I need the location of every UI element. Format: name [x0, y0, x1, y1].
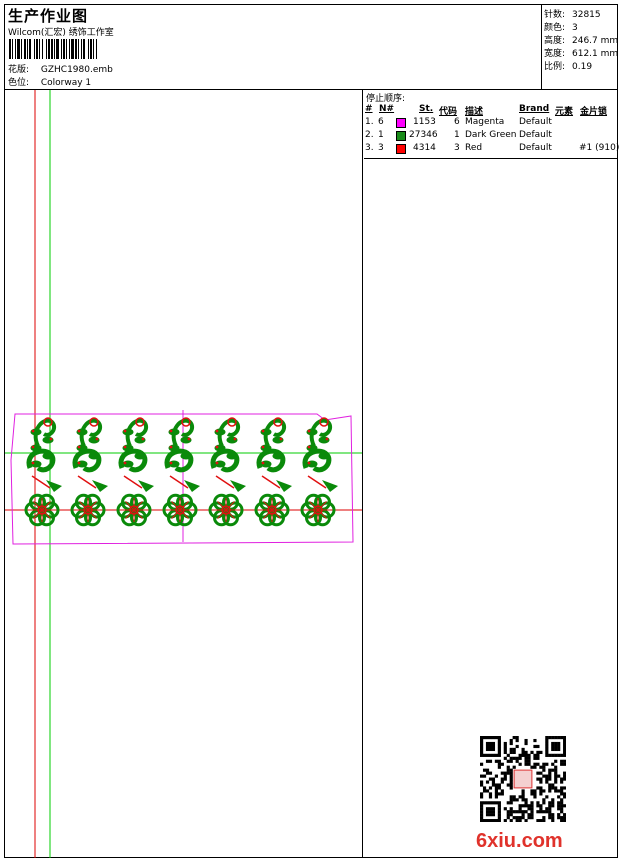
design-preview: [5, 90, 363, 858]
embroidery-motif: [70, 417, 108, 527]
design-label: 花版:: [8, 65, 30, 75]
watermark: 6xiu.com: [476, 830, 563, 852]
stop-sequence-panel: 停止顺序: # N# St. 代码 描述 Brand 元素 金片锁 1. 6 1…: [364, 90, 620, 858]
design-value: GZHC1980.emb: [40, 65, 113, 75]
colorway-value: Colorway 1: [40, 78, 92, 88]
stat-colors: 颜色: 3: [544, 23, 578, 33]
qr-code: [480, 736, 566, 822]
stop-sequence-title: 停止顺序:: [366, 94, 406, 104]
table-bottom-divider: [364, 158, 617, 159]
stat-scale: 比例: 0.19: [544, 62, 593, 72]
table-row: 2. 1 27346 1 Dark Green Default: [365, 130, 552, 141]
color-swatch: [396, 118, 406, 128]
stop-sequence-table: # N# St. 代码 描述 Brand 元素 金片锁 1. 6 1153 6 …: [365, 104, 620, 156]
embroidery-motif: [300, 417, 338, 527]
production-worksheet: 生产作业图 Wilcom(汇宏) 绣饰工作室 花版: GZHC1980.emb …: [4, 4, 620, 858]
col-header-brand: Brand: [519, 104, 550, 114]
stat-width: 宽度: 612.1 mm: [544, 49, 619, 59]
col-header-sequin: 金片锁: [580, 107, 608, 117]
col-header-index: #: [365, 104, 373, 114]
company-name: Wilcom(汇宏) 绣饰工作室: [8, 28, 114, 38]
embroidery-motif: [254, 417, 292, 527]
colorway-label: 色位:: [8, 78, 30, 88]
color-swatch: [396, 131, 406, 141]
qr-logo-stamp: [513, 769, 533, 789]
col-header-description: 描述: [465, 107, 484, 117]
design-stats: 针数: 32815 颜色: 3 高度: 246.7 mm 宽度: 612.1 mm 比例…: [541, 5, 618, 89]
colorway-line: 色位: Colorway 1: [8, 75, 91, 88]
embroidery-motif: [116, 417, 154, 527]
design-name-line: 花版: GZHC1980.emb: [8, 62, 113, 75]
table-row: 1. 6 1153 6 Magenta Default: [365, 117, 552, 128]
col-header-code: 代码: [439, 107, 458, 117]
col-header-needle: N#: [379, 104, 395, 114]
embroidery-motif: [208, 417, 246, 527]
color-swatch: [396, 144, 406, 154]
col-header-stitches: St.: [419, 104, 434, 114]
barcode: [9, 39, 155, 59]
table-row: 3. 3 4314 3 Red Default #1 (910): [365, 143, 620, 154]
stat-height: 高度: 246.7 mm: [544, 36, 619, 46]
motif-row: [24, 417, 338, 527]
col-header-element: 元素: [555, 107, 574, 117]
embroidery-design-svg: [5, 90, 362, 858]
stat-stitches: 针数: 32815: [544, 10, 601, 20]
table-header: # N# St. 代码 描述 Brand 元素 金片锁: [365, 104, 615, 117]
embroidery-motif: [162, 417, 200, 527]
page-title: 生产作业图: [8, 7, 89, 25]
header-info: 生产作业图 Wilcom(汇宏) 绣饰工作室 花版: GZHC1980.emb …: [5, 5, 541, 89]
embroidery-motif: [24, 417, 62, 527]
